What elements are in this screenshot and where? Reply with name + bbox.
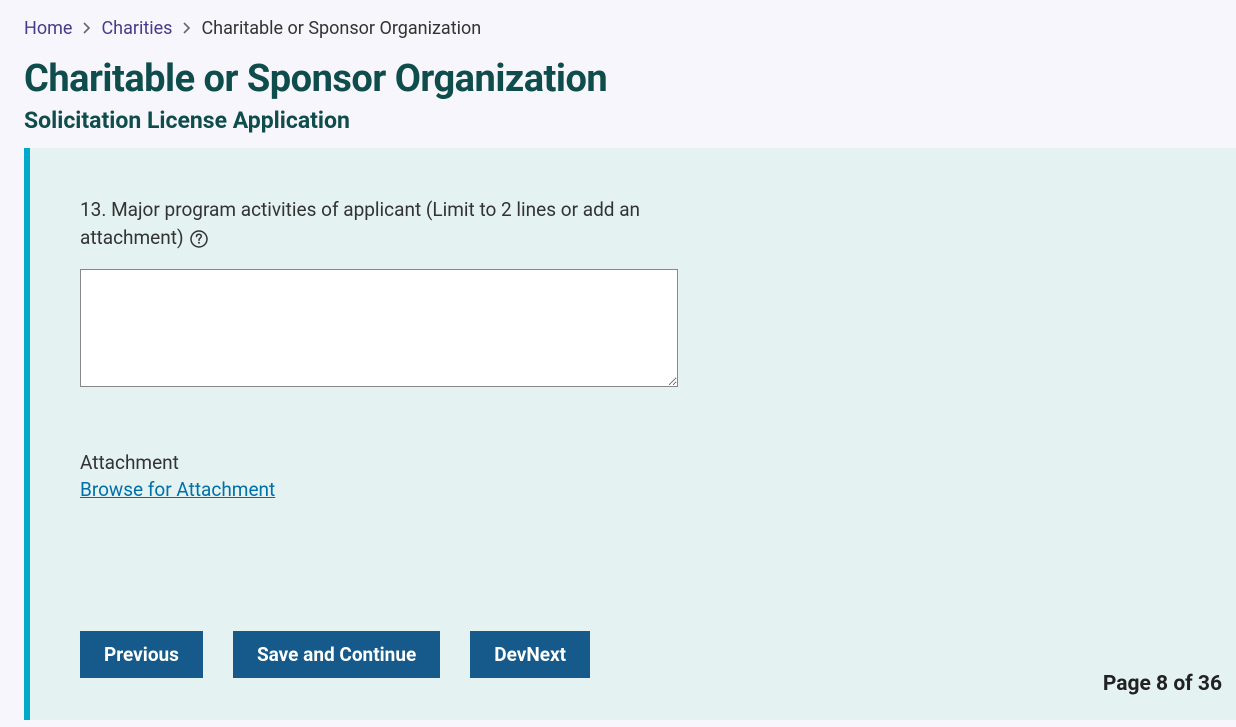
page-title: Charitable or Sponsor Organization	[24, 57, 1212, 101]
browse-attachment-link[interactable]: Browse for Attachment	[80, 478, 275, 501]
attachment-section: Attachment Browse for Attachment	[80, 451, 1186, 501]
question-text: 13. Major program activities of applican…	[80, 198, 640, 249]
breadcrumb-charities[interactable]: Charities	[101, 18, 172, 39]
button-row: Previous Save and Continue DevNext	[80, 631, 1186, 678]
breadcrumb-current: Charitable or Sponsor Organization	[201, 18, 481, 39]
breadcrumb: Home Charities Charitable or Sponsor Org…	[0, 0, 1236, 47]
previous-button[interactable]: Previous	[80, 631, 203, 678]
attachment-label: Attachment	[80, 451, 1186, 474]
page-indicator: Page 8 of 36	[1103, 672, 1222, 696]
program-activities-textarea[interactable]	[80, 269, 678, 387]
form-panel: 13. Major program activities of applican…	[24, 148, 1236, 720]
page-subtitle: Solicitation License Application	[24, 107, 1212, 134]
save-continue-button[interactable]: Save and Continue	[233, 631, 440, 678]
question-label: 13. Major program activities of applican…	[80, 196, 700, 251]
devnext-button[interactable]: DevNext	[470, 631, 590, 678]
chevron-right-icon	[82, 20, 91, 38]
page-header: Charitable or Sponsor Organization Solic…	[0, 47, 1236, 148]
breadcrumb-home[interactable]: Home	[24, 18, 72, 39]
chevron-right-icon	[182, 20, 191, 38]
help-icon[interactable]	[190, 230, 208, 248]
